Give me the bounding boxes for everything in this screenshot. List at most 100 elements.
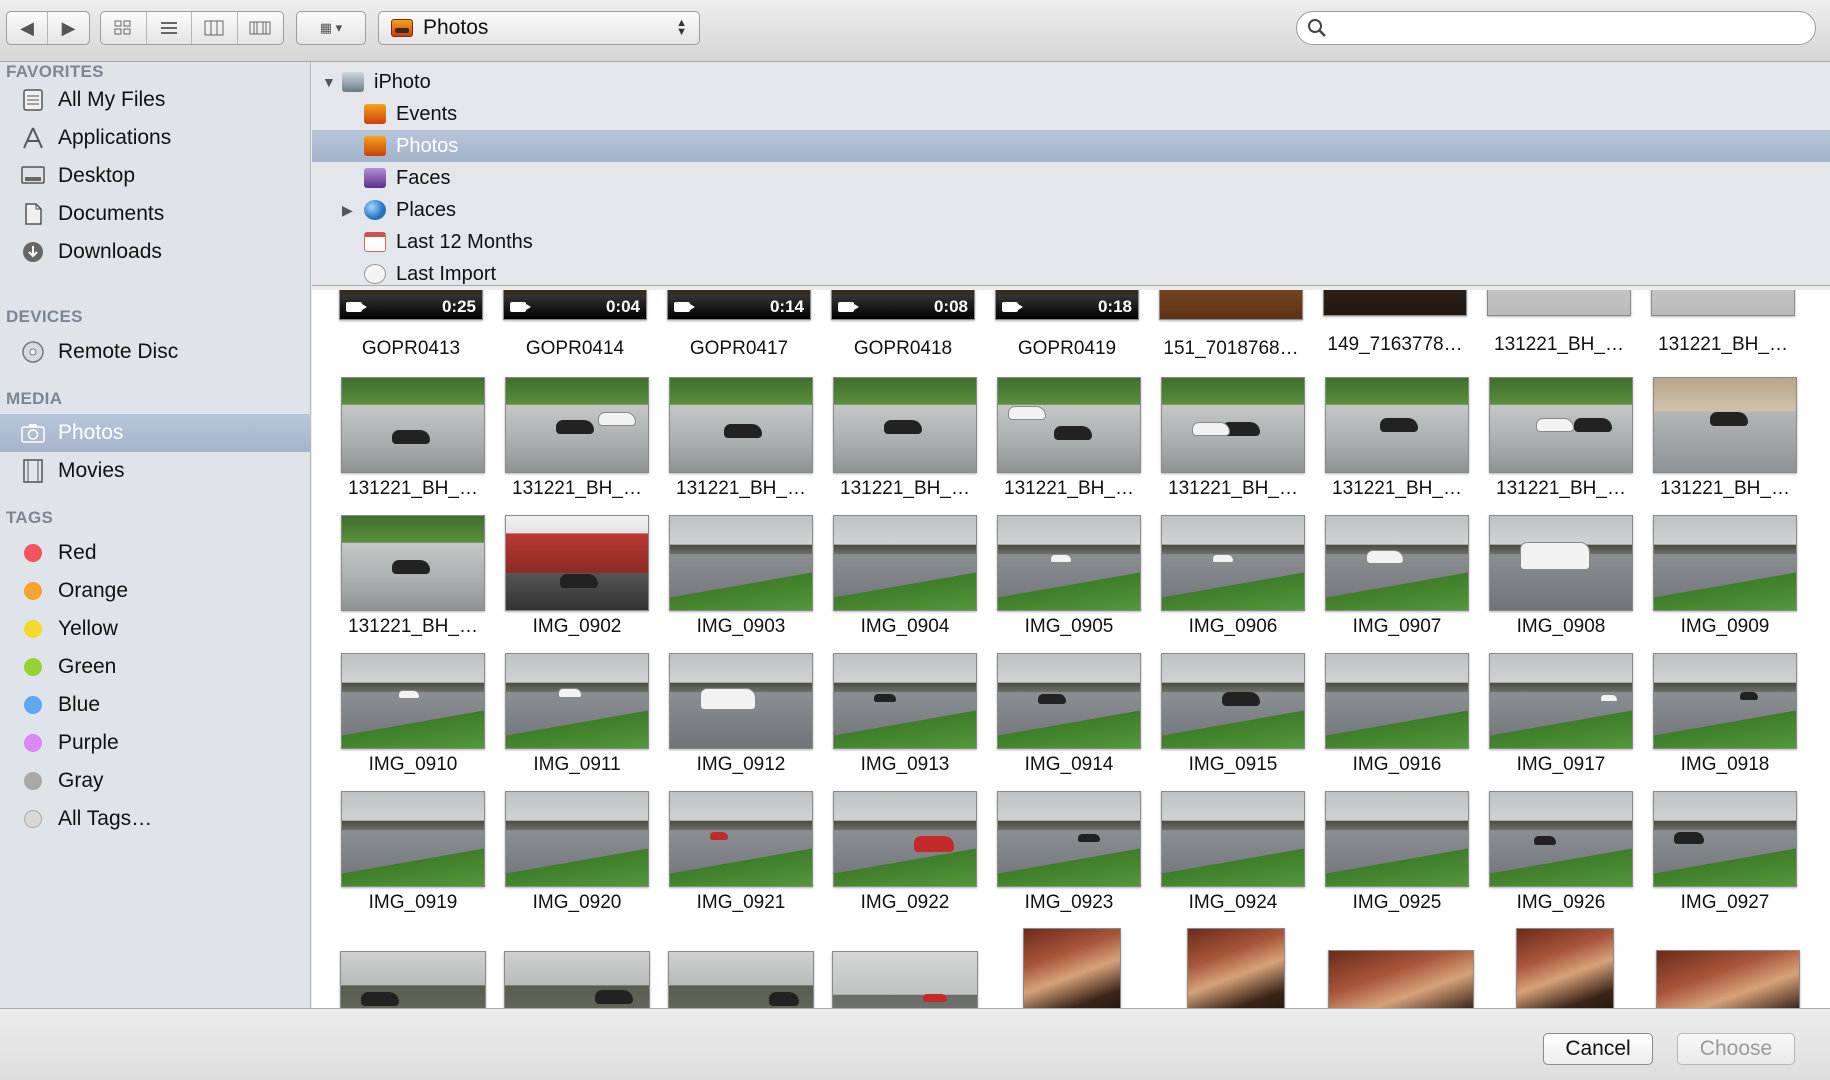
photo-thumbnail[interactable] (1325, 515, 1469, 611)
media-header: MEDIA (6, 389, 63, 408)
video-thumbnail[interactable]: 0:08 (831, 290, 975, 320)
photo-thumbnail[interactable] (833, 653, 977, 749)
tree-item-label: Places (396, 198, 457, 221)
photo-thumbnail[interactable] (1159, 290, 1303, 320)
photo-caption: IMG_0906 (1188, 616, 1278, 637)
tree-item-label: Faces (396, 166, 451, 189)
photo-thumbnail[interactable] (1489, 791, 1633, 887)
photo-thumbnail[interactable] (833, 791, 977, 887)
photo-thumbnail[interactable] (505, 791, 649, 887)
photo-thumbnail[interactable] (1161, 791, 1305, 887)
tree-item-last-12-months[interactable]: Last 12 Months (312, 226, 1830, 258)
cancel-button[interactable]: Cancel (1543, 1033, 1653, 1065)
sidebar-item-tag-yellow[interactable]: Yellow (0, 610, 311, 648)
sidebar-item-tag-green[interactable]: Green (0, 648, 311, 686)
sidebar-item-label: Blue (58, 693, 101, 716)
photo-thumbnail[interactable] (1323, 290, 1467, 316)
tree-item-places[interactable]: ▶ Places (312, 194, 1830, 226)
photo-thumbnail[interactable] (1653, 515, 1797, 611)
photo-thumbnail[interactable] (1487, 290, 1631, 316)
sidebar-item-photos[interactable]: Photos (0, 414, 311, 452)
photo-thumbnail[interactable] (1325, 653, 1469, 749)
photo-thumbnail[interactable] (1651, 290, 1795, 316)
tree-item-events[interactable]: Events (312, 98, 1830, 130)
downloads-icon (20, 239, 46, 265)
sidebar-item-tag-purple[interactable]: Purple (0, 724, 311, 762)
photo-thumbnail[interactable] (669, 653, 813, 749)
video-thumbnail[interactable]: 0:18 (995, 290, 1139, 320)
photo-thumbnail[interactable] (1489, 377, 1633, 473)
sidebar-item-all-my-files[interactable]: All My Files (0, 81, 311, 119)
sidebar-item-tag-gray[interactable]: Gray (0, 762, 311, 800)
sidebar-item-desktop[interactable]: Desktop (0, 157, 311, 195)
photo-thumbnail[interactable] (505, 377, 649, 473)
photo-thumbnail[interactable] (504, 951, 650, 1008)
photo-thumbnail[interactable] (1023, 928, 1121, 1008)
photo-thumbnail[interactable] (1161, 653, 1305, 749)
photo-thumbnail[interactable] (505, 653, 649, 749)
photo-thumbnail[interactable] (1325, 377, 1469, 473)
photo-thumbnail[interactable] (341, 377, 485, 473)
sidebar-item-all-tags[interactable]: All Tags… (0, 800, 311, 838)
cover-flow-button[interactable] (238, 12, 283, 44)
sidebar-item-tag-orange[interactable]: Orange (0, 572, 311, 610)
photo-thumbnail[interactable] (669, 377, 813, 473)
sidebar-item-tag-red[interactable]: Red (0, 534, 311, 572)
photo-thumbnail[interactable] (340, 951, 486, 1008)
photo-thumbnail[interactable] (1653, 653, 1797, 749)
sidebar-item-remote-disc[interactable]: Remote Disc (0, 333, 311, 371)
photo-caption: GOPR0417 (689, 338, 789, 359)
photo-thumbnail[interactable] (832, 951, 978, 1008)
photo-thumbnail[interactable] (1489, 653, 1633, 749)
photo-thumbnail[interactable] (833, 515, 977, 611)
photo-thumbnail[interactable] (1325, 791, 1469, 887)
sidebar-item-documents[interactable]: Documents (0, 195, 311, 233)
photo-thumbnail[interactable] (833, 377, 977, 473)
photo-thumbnail[interactable] (505, 515, 649, 611)
photo-thumbnail[interactable] (1516, 928, 1614, 1008)
tree-item-iphoto[interactable]: ▼ iPhoto (312, 66, 1830, 98)
tree-item-faces[interactable]: Faces (312, 162, 1830, 194)
photo-thumbnail[interactable] (1653, 377, 1797, 473)
photo-thumbnail[interactable] (341, 515, 485, 611)
back-button[interactable]: ◀ (7, 12, 49, 44)
photo-thumbnail[interactable] (341, 791, 485, 887)
photo-thumbnail[interactable] (1161, 377, 1305, 473)
tree-item-photos[interactable]: Photos (312, 130, 1830, 162)
video-thumbnail[interactable]: 0:25 (339, 290, 483, 320)
photo-thumbnail[interactable] (669, 791, 813, 887)
photo-caption: IMG_0915 (1188, 754, 1278, 775)
photo-thumbnail[interactable] (668, 951, 814, 1008)
source-popup[interactable]: Photos ▲ ▼ (378, 11, 700, 45)
sidebar-item-tag-blue[interactable]: Blue (0, 686, 311, 724)
photo-thumbnail[interactable] (1161, 515, 1305, 611)
photo-thumbnail[interactable] (1656, 950, 1800, 1008)
sidebar-item-applications[interactable]: Applications (0, 119, 311, 157)
icon-view-button[interactable] (101, 12, 147, 44)
photo-thumbnail[interactable] (1187, 928, 1285, 1008)
disclosure-closed-icon[interactable]: ▶ (342, 202, 353, 219)
arrange-menu-button[interactable]: ▦ ▾ (296, 11, 366, 45)
photo-thumbnail[interactable] (341, 653, 485, 749)
disclosure-open-icon[interactable]: ▼ (322, 74, 336, 90)
search-input[interactable] (1337, 16, 1797, 40)
tree-item-last-import[interactable]: Last Import (312, 258, 1830, 290)
search-field[interactable] (1296, 11, 1816, 45)
photo-thumbnail[interactable] (997, 791, 1141, 887)
photo-thumbnail[interactable] (997, 377, 1141, 473)
sidebar-item-movies[interactable]: Movies (0, 452, 311, 490)
video-thumbnail[interactable]: 0:14 (667, 290, 811, 320)
video-thumbnail[interactable]: 0:04 (503, 290, 647, 320)
photo-thumbnail[interactable] (669, 515, 813, 611)
forward-button[interactable]: ▶ (48, 12, 89, 44)
photo-thumbnail[interactable] (1328, 950, 1474, 1008)
sidebar-item-downloads[interactable]: Downloads (0, 233, 311, 271)
photo-thumbnail[interactable] (1489, 515, 1633, 611)
choose-button[interactable]: Choose (1677, 1033, 1795, 1065)
remote-disc-icon (20, 339, 46, 365)
photo-thumbnail[interactable] (1653, 791, 1797, 887)
list-view-button[interactable] (147, 12, 192, 44)
photo-thumbnail[interactable] (997, 515, 1141, 611)
column-view-button[interactable] (192, 12, 238, 44)
photo-thumbnail[interactable] (997, 653, 1141, 749)
